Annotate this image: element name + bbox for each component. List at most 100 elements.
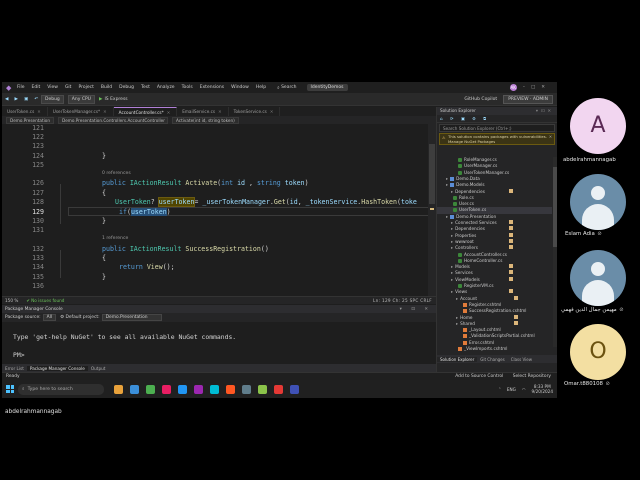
app-icon[interactable] <box>242 384 251 394</box>
default-project-dropdown[interactable]: Demo.Presentation <box>101 314 162 321</box>
menu-build[interactable]: Build <box>101 85 112 90</box>
member-dropdown[interactable]: Activate(int id, string token) <box>172 116 239 124</box>
menu-edit[interactable]: Edit <box>32 85 41 90</box>
tab-error-list[interactable]: Error List <box>2 366 27 371</box>
windows-start-icon[interactable] <box>6 385 14 393</box>
solution-explorer-scrollbar[interactable] <box>553 157 557 347</box>
close-icon[interactable]: ✕ <box>270 109 274 114</box>
codelens-references[interactable]: 1 reference <box>102 236 128 241</box>
app-icon[interactable] <box>226 384 235 394</box>
solution-explorer-toolbar[interactable]: ⌂ ⟳ ▣ ⚙ ⧉ <box>437 115 557 123</box>
language-indicator[interactable]: ENG <box>507 387 516 392</box>
menu-project[interactable]: Project <box>78 85 93 90</box>
account-avatar[interactable]: AK <box>509 84 517 91</box>
expand-chevron-icon[interactable]: ▸ <box>446 176 448 181</box>
expand-chevron-icon[interactable]: ▸ <box>451 270 453 275</box>
app-icon[interactable] <box>178 384 187 394</box>
app-icon[interactable] <box>274 384 283 394</box>
package-source-dropdown[interactable]: All <box>42 314 57 321</box>
tab-usertokenmanager[interactable]: UserTokenManager.cs* ✕ <box>48 107 114 116</box>
forward-icon[interactable]: ▶ <box>14 97 17 102</box>
menu-window[interactable]: Window <box>231 85 249 90</box>
vulnerability-warning[interactable]: ⚠ This solution contains packages with vu… <box>439 133 555 145</box>
wifi-icon[interactable]: ◠ <box>522 387 526 392</box>
close-icon[interactable]: ✕ <box>103 109 107 114</box>
tab-class-view[interactable]: Class View <box>508 357 535 362</box>
github-copilot-button[interactable]: GitHub Copilot <box>464 97 497 102</box>
expand-chevron-icon[interactable]: ▸ <box>451 220 453 225</box>
menu-test[interactable]: Test <box>141 85 150 90</box>
expand-chevron-icon[interactable]: ▸ <box>451 277 453 282</box>
tab-solution-explorer[interactable]: Solution Explorer <box>437 356 478 362</box>
window-controls[interactable]: –□✕ <box>523 85 551 90</box>
console-output[interactable]: Type 'get-help NuGet' to see all availab… <box>2 322 436 364</box>
panel-controls[interactable]: ▾ ⊡ ✕ <box>400 307 432 312</box>
close-icon[interactable]: ✕ <box>167 110 171 115</box>
expand-chevron-icon[interactable]: ▸ <box>446 214 448 219</box>
tab-package-manager-console[interactable]: Package Manager Console <box>26 365 88 371</box>
class-dropdown[interactable]: Demo.Presentation.Controllers.AccountCon… <box>58 116 168 124</box>
startup-target[interactable]: IS Express <box>104 97 127 102</box>
expand-chevron-icon[interactable]: ▸ <box>446 182 448 187</box>
expand-chevron-icon[interactable]: ▸ <box>456 315 458 320</box>
editor-scrollbar[interactable] <box>428 124 436 296</box>
tab-tokenservice[interactable]: TokenService.cs ✕ <box>229 107 281 116</box>
tab-output[interactable]: Output <box>88 366 109 371</box>
scrollbar-thumb[interactable] <box>553 167 557 247</box>
select-repository[interactable]: Select Repository <box>513 374 551 379</box>
menu-git[interactable]: Git <box>65 85 72 90</box>
search-box[interactable]: ⌕ Search <box>277 85 296 91</box>
solution-explorer-search[interactable]: Search Solution Explorer (Ctrl+;) <box>439 124 555 132</box>
app-icon[interactable] <box>210 384 219 394</box>
menu-extensions[interactable]: Extensions <box>200 85 224 90</box>
panel-controls[interactable]: ▾⊡✕ <box>536 108 554 114</box>
preview-button[interactable]: PREVIEW · ADMIN <box>503 94 553 104</box>
zoom-level[interactable]: 150 % <box>5 298 18 303</box>
close-icon[interactable]: ✕ <box>218 109 222 114</box>
expand-chevron-icon[interactable]: ▸ <box>456 321 458 326</box>
close-icon[interactable]: ✕ <box>37 109 41 114</box>
scrollbar-thumb[interactable] <box>429 144 435 204</box>
menu-view[interactable]: View <box>47 85 58 90</box>
console-prompt[interactable]: PM> <box>13 351 25 359</box>
app-icon[interactable] <box>258 384 267 394</box>
code-editor[interactable]: 121 122 123 124 125 126 127 128 129 130 … <box>2 124 436 296</box>
tab-accountcontroller[interactable]: AccountController.cs* ✕ <box>113 107 178 116</box>
tab-emailservice[interactable]: EmailService.cs ✕ <box>177 107 229 116</box>
edge-icon[interactable] <box>130 384 139 394</box>
chrome-icon[interactable] <box>146 384 155 394</box>
expand-chevron-icon[interactable]: ▸ <box>451 245 453 250</box>
platform-dropdown[interactable]: Any CPU <box>67 94 95 104</box>
expand-chevron-icon[interactable]: ▸ <box>451 226 453 231</box>
visual-studio-icon[interactable] <box>194 384 203 394</box>
menu-help[interactable]: Help <box>256 85 266 90</box>
clock[interactable]: 8:33 PM 9/20/2024 <box>532 384 553 394</box>
solution-tree-item[interactable]: _ViewImports.cshtml <box>456 346 507 352</box>
configuration-dropdown[interactable]: Debug <box>40 94 64 104</box>
expand-chevron-icon[interactable]: ▸ <box>451 239 453 244</box>
codelens-references[interactable]: 0 references <box>102 171 131 176</box>
save-icon[interactable]: ▣ <box>24 97 28 102</box>
expand-chevron-icon[interactable]: ▸ <box>456 296 458 301</box>
run-icon[interactable]: ▶ <box>99 97 102 102</box>
app-icon[interactable] <box>162 384 171 394</box>
taskbar-search[interactable]: ⌕ Type here to search <box>18 383 104 395</box>
app-icon[interactable] <box>290 384 299 394</box>
tray-chevron-icon[interactable]: ˄ <box>499 387 501 392</box>
file-explorer-icon[interactable] <box>114 384 123 394</box>
issues-indicator[interactable]: ✔ No issues found <box>26 298 64 303</box>
expand-chevron-icon[interactable]: ▸ <box>451 289 453 294</box>
expand-chevron-icon[interactable]: ▸ <box>451 189 453 194</box>
undo-icon[interactable]: ↶ <box>34 97 38 102</box>
close-icon[interactable]: ✕ <box>549 134 552 140</box>
project-dropdown[interactable]: Demo.Presentation <box>6 116 54 124</box>
tab-usertoken[interactable]: UserToken.cs ✕ <box>2 107 48 116</box>
expand-chevron-icon[interactable]: ▸ <box>451 264 453 269</box>
menu-analyze[interactable]: Analyze <box>157 85 175 90</box>
expand-chevron-icon[interactable]: ▸ <box>451 233 453 238</box>
menu-debug[interactable]: Debug <box>119 85 134 90</box>
back-icon[interactable]: ◀ <box>5 97 8 102</box>
menu-file[interactable]: File <box>17 85 25 90</box>
menu-tools[interactable]: Tools <box>182 85 193 90</box>
add-to-source-control[interactable]: Add to Source Control <box>455 374 503 379</box>
